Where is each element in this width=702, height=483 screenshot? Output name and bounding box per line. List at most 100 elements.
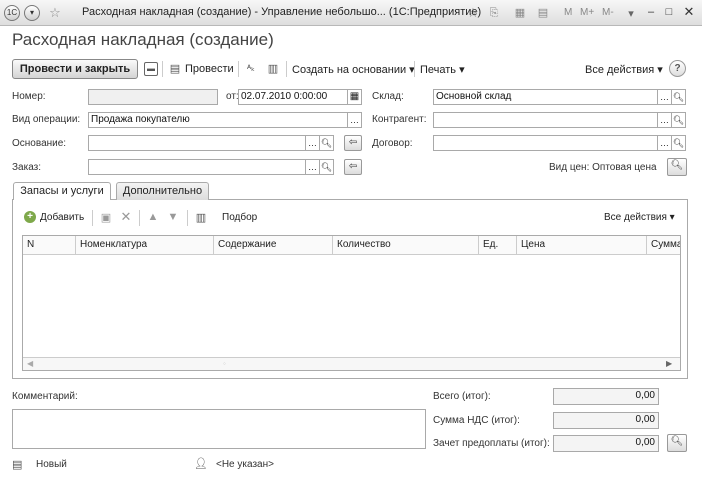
movements-icon[interactable]: ᴬₖ <box>244 61 258 75</box>
comment-label: Комментарий: <box>12 391 78 402</box>
basis-fill-icon[interactable]: ⇦ <box>344 135 362 151</box>
tab-additional[interactable]: Дополнительно <box>116 182 209 200</box>
calendar-picker-icon[interactable]: ▦ <box>348 89 362 105</box>
total-label: Всего (итог): <box>433 391 491 402</box>
counterparty-select-button[interactable]: … <box>658 112 672 128</box>
memory-minus-button[interactable]: M- <box>602 7 614 18</box>
order-fill-icon[interactable]: ⇦ <box>344 159 362 175</box>
order-label: Заказ: <box>12 162 42 173</box>
prepay-open-icon[interactable]: 🔍︎ <box>667 434 687 452</box>
selection-button[interactable]: Подбор <box>222 212 257 223</box>
number-field[interactable] <box>88 89 218 105</box>
copy-icon[interactable]: ▣ <box>99 211 113 225</box>
operation-select-button[interactable]: … <box>348 112 362 128</box>
price-type-edit-icon[interactable]: 🔍︎ <box>667 158 687 176</box>
calendar-icon[interactable]: ▤ <box>536 6 550 20</box>
favorite-star-icon-right[interactable]: ☆ <box>466 6 480 20</box>
toolbar-separator <box>238 61 239 77</box>
user-icon: 👤︎ <box>194 458 208 470</box>
basis-label: Основание: <box>12 138 67 149</box>
maximize-icon[interactable]: □ <box>662 5 676 19</box>
total-value: 0,00 <box>553 388 659 405</box>
column-header-unit[interactable]: Ед. <box>479 236 517 255</box>
link-icon[interactable]: ⎘ <box>487 6 501 20</box>
number-label: Номер: <box>12 91 46 102</box>
add-icon: + <box>24 211 36 223</box>
price-type-text: Вид цен: Оптовая цена <box>549 162 657 173</box>
contract-label: Договор: <box>372 138 413 149</box>
all-actions-button[interactable]: Все действия ▾ <box>585 63 663 76</box>
add-button[interactable]: Добавить <box>40 212 84 223</box>
print-label: Печать <box>420 64 457 76</box>
column-header-content[interactable]: Содержание <box>214 236 333 255</box>
report-icon[interactable]: ▥ <box>266 62 280 76</box>
column-header-quantity[interactable]: Количество <box>333 236 479 255</box>
prepay-label: Зачет предоплаты (итог): <box>433 438 550 449</box>
operation-field[interactable]: Продажа покупателю <box>88 112 348 128</box>
toolbar-separator <box>286 61 287 77</box>
tab-goods-and-services[interactable]: Запасы и услуги <box>13 182 111 200</box>
memory-m-button[interactable]: M <box>564 7 572 18</box>
vat-value: 0,00 <box>553 412 659 429</box>
basis-open-icon[interactable]: 🔍︎ <box>320 135 334 151</box>
date-label: от: <box>226 91 239 102</box>
calculator-icon[interactable]: ▦ <box>513 6 527 20</box>
operation-label: Вид операции: <box>12 114 81 125</box>
window-title: Расходная накладная (создание) - Управле… <box>82 6 482 18</box>
toolbar-separator <box>414 61 415 77</box>
memory-plus-button[interactable]: M+ <box>580 7 594 18</box>
warehouse-label: Склад: <box>372 91 404 102</box>
order-field[interactable] <box>88 159 306 175</box>
toolbar-separator <box>139 210 140 226</box>
dropdown-icon[interactable]: ▾ <box>624 7 638 21</box>
close-icon[interactable]: ✕ <box>682 5 696 19</box>
column-header-sum[interactable]: Сумма <box>647 236 680 255</box>
counterparty-field[interactable] <box>433 112 658 128</box>
save-icon[interactable]: ▬ <box>144 62 158 76</box>
table-all-actions-label: Все действия <box>604 212 667 223</box>
basis-field[interactable] <box>88 135 306 151</box>
table-all-actions-button[interactable]: Все действия ▾ <box>604 212 675 223</box>
create-based-on-button[interactable]: Создать на основании ▾ <box>292 63 415 76</box>
responsible-user[interactable]: <Не указан> <box>216 459 274 470</box>
document-state-icon: ▤ <box>12 459 23 471</box>
scroll-left-icon[interactable]: ◀ <box>27 359 33 368</box>
barcode-icon[interactable]: ▥ <box>194 211 208 225</box>
order-select-button[interactable]: … <box>306 159 320 175</box>
comment-field[interactable] <box>12 409 426 449</box>
toolbar-separator <box>187 210 188 226</box>
post-button[interactable]: Провести <box>185 63 234 75</box>
vat-label: Сумма НДС (итог): <box>433 415 520 426</box>
post-and-close-button[interactable]: Провести и закрыть <box>12 59 138 79</box>
warehouse-select-button[interactable]: … <box>658 89 672 105</box>
contract-field[interactable] <box>433 135 658 151</box>
window-menu-icon[interactable]: ▾ <box>24 5 40 21</box>
counterparty-label: Контрагент: <box>372 114 427 125</box>
column-header-n[interactable]: N <box>23 236 76 255</box>
column-header-nomenclature[interactable]: Номенклатура <box>76 236 214 255</box>
contract-select-button[interactable]: … <box>658 135 672 151</box>
contract-open-icon[interactable]: 🔍︎ <box>672 135 686 151</box>
horizontal-scrollbar[interactable]: ◀ ◦ ▶ <box>23 357 680 370</box>
warehouse-field[interactable]: Основной склад <box>433 89 658 105</box>
delete-icon[interactable]: ✕ <box>119 210 133 224</box>
move-down-icon[interactable]: ▼ <box>166 210 180 224</box>
warehouse-open-icon[interactable]: 🔍︎ <box>672 89 686 105</box>
print-button[interactable]: Печать ▾ <box>420 63 465 76</box>
post-icon: ▤ <box>169 63 181 75</box>
help-icon[interactable]: ? <box>669 60 686 77</box>
column-header-price[interactable]: Цена <box>517 236 647 255</box>
minimize-icon[interactable]: – <box>644 5 658 19</box>
counterparty-open-icon[interactable]: 🔍︎ <box>672 112 686 128</box>
toolbar-separator <box>162 61 163 77</box>
favorite-star-icon[interactable]: ☆ <box>48 6 62 20</box>
date-field[interactable]: 02.07.2010 0:00:00 <box>238 89 348 105</box>
basis-select-button[interactable]: … <box>306 135 320 151</box>
scroll-right-icon[interactable]: ▶ <box>666 359 672 368</box>
move-up-icon[interactable]: ▲ <box>146 210 160 224</box>
scroll-thumb-icon[interactable]: ◦ <box>223 359 226 368</box>
document-state: Новый <box>36 459 67 470</box>
goods-table[interactable]: N Номенклатура Содержание Количество Ед.… <box>22 235 681 371</box>
order-open-icon[interactable]: 🔍︎ <box>320 159 334 175</box>
app-menu-icon[interactable]: 1C <box>4 5 20 21</box>
